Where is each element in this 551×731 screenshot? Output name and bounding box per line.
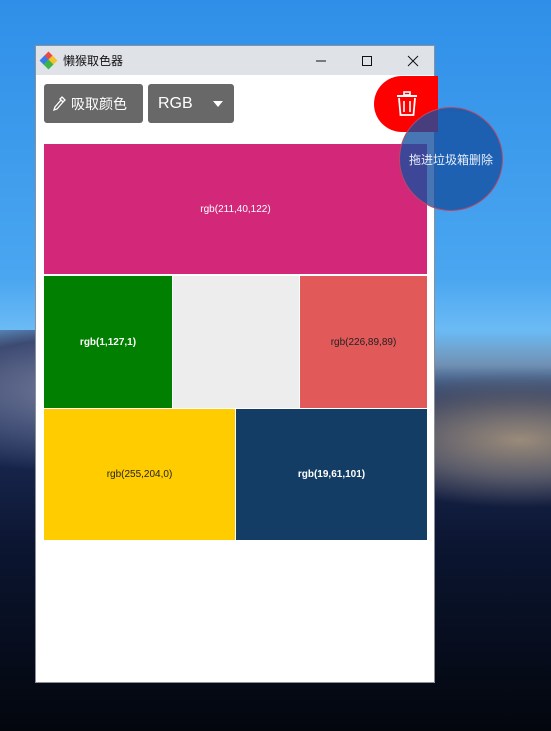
color-swatch[interactable]: rgb(19,61,101) — [236, 409, 427, 540]
swatch-label: rgb(1,127,1) — [79, 336, 137, 348]
trash-icon — [397, 91, 417, 116]
close-button[interactable] — [390, 46, 436, 75]
swatch-label: rgb(255,204,0) — [106, 469, 173, 480]
pick-color-label: 吸取颜色 — [71, 95, 127, 112]
color-swatch[interactable] — [173, 276, 299, 408]
eyedropper-icon — [52, 95, 66, 111]
color-mode-value: RGB — [158, 94, 193, 112]
app-window: 懒猴取色器 吸取颜色 RGB 拖进垃圾箱删除 rgb(211,40,122) r… — [35, 45, 503, 683]
app-logo-icon — [39, 51, 58, 69]
drag-to-trash-hint[interactable]: 拖进垃圾箱删除 — [399, 107, 503, 211]
pick-color-button[interactable]: 吸取颜色 — [44, 84, 143, 123]
window-title: 懒猴取色器 — [63, 54, 124, 68]
color-swatch[interactable]: rgb(255,204,0) — [44, 409, 235, 540]
close-icon — [407, 55, 419, 66]
color-mode-select[interactable]: RGB — [148, 84, 234, 123]
color-swatch[interactable]: rgb(1,127,1) — [44, 276, 172, 408]
swatch-label: rgb(226,89,89) — [330, 336, 397, 348]
color-swatch[interactable]: rgb(226,89,89) — [300, 276, 427, 408]
title-bar[interactable]: 懒猴取色器 — [36, 46, 434, 75]
minimize-button[interactable] — [298, 46, 344, 75]
maximize-button[interactable] — [344, 46, 390, 75]
maximize-icon — [362, 55, 372, 66]
minimize-icon — [316, 60, 326, 61]
swatch-label: rgb(211,40,122) — [200, 203, 271, 215]
color-swatch[interactable]: rgb(211,40,122) — [44, 144, 427, 274]
chevron-down-icon — [213, 101, 223, 107]
swatch-label: rgb(19,61,101) — [297, 469, 366, 480]
